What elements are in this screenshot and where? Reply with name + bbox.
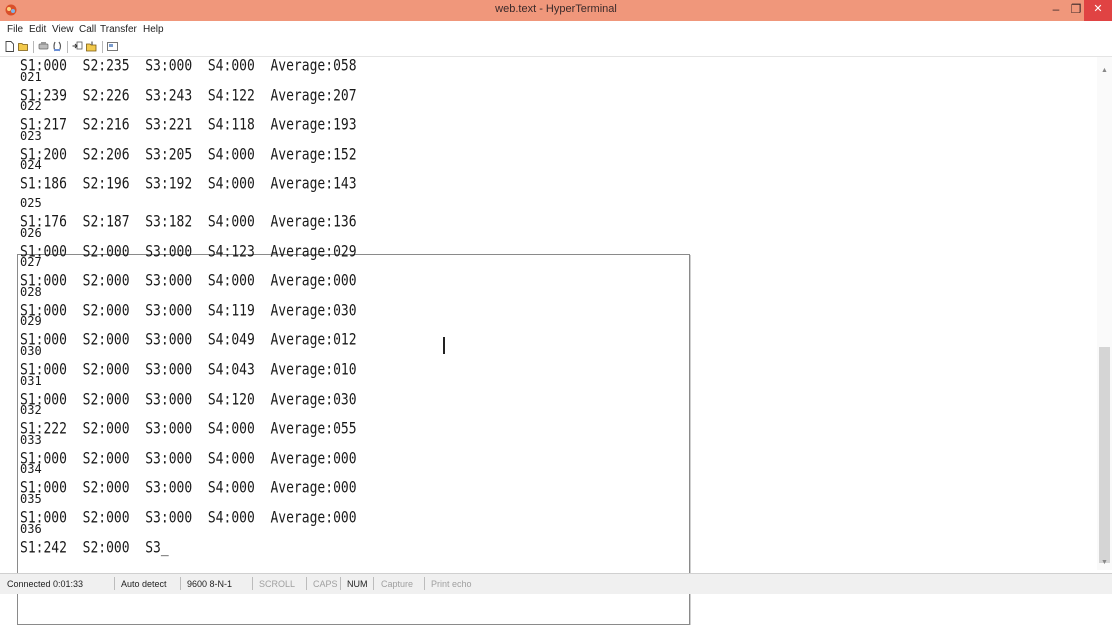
terminal-line-reading: S1:000 S2:000 S3:000 S4:119 Average:030 xyxy=(20,301,357,321)
menu-call[interactable]: Call xyxy=(79,24,96,35)
terminal-line-index: 026 xyxy=(20,225,42,240)
status-divider xyxy=(180,577,181,590)
status-caps: CAPS xyxy=(313,579,338,589)
scroll-down-arrow-icon[interactable]: ▼ xyxy=(1101,559,1108,566)
scroll-up-arrow-icon[interactable]: ▲ xyxy=(1101,67,1108,74)
terminal-line-reading: S1:000 S2:000 S3:000 S4:120 Average:030 xyxy=(20,390,357,410)
status-divider xyxy=(252,577,253,590)
terminal-line-reading: S1:000 S2:000 S3:000 S4:049 Average:012 xyxy=(20,331,357,350)
menu-file[interactable]: File xyxy=(7,24,23,35)
menu-help[interactable]: Help xyxy=(143,24,164,35)
maximize-button[interactable]: ❐ xyxy=(1066,0,1086,21)
terminal-line-reading: S1:000 S2:000 S3:000 S4:000 Average:000 xyxy=(20,479,357,498)
terminal-line-index: 036 xyxy=(20,521,42,536)
terminal-output[interactable]: S1:000 S2:235 S3:000 S4:000 Average:058 0… xyxy=(6,56,1104,625)
terminal-line-index: 033 xyxy=(20,432,42,447)
terminal-line-index: 029 xyxy=(20,314,42,329)
terminal-line-reading: S1:000 S2:000 S3:000 S4:000 Average:000 xyxy=(20,449,357,469)
menu-transfer[interactable]: Transfer xyxy=(100,24,137,35)
scroll-thumb[interactable] xyxy=(1099,347,1110,563)
terminal-line-index: 034 xyxy=(20,462,42,477)
status-emulation: Auto detect xyxy=(121,579,167,589)
terminal-line-reading: S1:239 S2:226 S3:243 S4:122 Average:207 xyxy=(20,86,357,106)
terminal-line-reading: S1:186 S2:196 S3:192 S4:000 Average:143 xyxy=(20,175,357,194)
status-scroll: SCROLL xyxy=(259,579,296,589)
terminal-line-index: 022 xyxy=(20,99,42,114)
title-bar: web.text - HyperTerminal – ❐ ✕ xyxy=(0,0,1112,21)
status-divider xyxy=(373,577,374,590)
status-divider xyxy=(340,577,341,590)
status-bar: Connected 0:01:33 Auto detect 9600 8-N-1… xyxy=(0,573,1112,594)
status-num: NUM xyxy=(347,579,368,589)
minimize-button[interactable]: – xyxy=(1046,0,1066,21)
terminal-line-reading: S1:200 S2:206 S3:205 S4:000 Average:152 xyxy=(20,145,357,165)
disconnect-icon[interactable] xyxy=(52,41,63,52)
status-divider xyxy=(114,577,115,590)
close-button[interactable]: ✕ xyxy=(1084,0,1112,21)
terminal-line-reading: S1:000 S2:000 S3:000 S4:043 Average:010 xyxy=(20,360,357,380)
toolbar-separator xyxy=(33,41,34,53)
menu-bar: File Edit View Call Transfer Help xyxy=(0,21,1112,38)
terminal-line-reading: S1:000 S2:000 S3:000 S4:000 Average:000 xyxy=(20,271,357,291)
terminal-line-index: 025 xyxy=(20,196,42,210)
toolbar-separator xyxy=(67,41,68,53)
menu-view[interactable]: View xyxy=(52,24,74,35)
receive-icon[interactable] xyxy=(86,41,97,52)
vertical-scrollbar[interactable]: ▲ ▼ xyxy=(1097,57,1112,570)
terminal-line-index: 028 xyxy=(20,284,42,299)
menu-edit[interactable]: Edit xyxy=(29,24,46,35)
terminal-line-reading: S1:000 S2:000 S3:000 S4:000 Average:000 xyxy=(20,508,357,528)
terminal-line-reading: S1:222 S2:000 S3:000 S4:000 Average:055 xyxy=(20,419,357,439)
terminal-line-index: 021 xyxy=(20,69,42,84)
text-cursor xyxy=(443,337,445,354)
open-icon[interactable] xyxy=(18,41,29,52)
status-divider xyxy=(306,577,307,590)
status-port-settings: 9600 8-N-1 xyxy=(187,579,233,589)
terminal-line-reading: S1:176 S2:187 S3:182 S4:000 Average:136 xyxy=(20,212,357,232)
terminal-line-reading: S1:217 S2:216 S3:221 S4:118 Average:193 xyxy=(20,115,357,135)
terminal-line-index: 030 xyxy=(20,344,42,358)
terminal-line-reading: S1:242 S2:000 S3_ xyxy=(20,538,169,558)
terminal-line-index: 023 xyxy=(20,128,42,143)
properties-icon[interactable] xyxy=(107,41,118,52)
send-icon[interactable] xyxy=(72,41,83,52)
status-print-echo: Print echo xyxy=(431,579,472,589)
terminal-line-index: 031 xyxy=(20,373,42,388)
terminal-line-index: 027 xyxy=(20,255,42,270)
toolbar-separator xyxy=(102,41,103,53)
status-connected: Connected 0:01:33 xyxy=(7,579,84,589)
terminal-line-reading: S1:000 S2:235 S3:000 S4:000 Average:058 xyxy=(20,56,357,76)
window-title: web.text - HyperTerminal xyxy=(495,3,617,15)
terminal-line-index: 035 xyxy=(20,492,42,506)
connect-icon[interactable] xyxy=(38,41,49,52)
terminal-line-reading: S1:000 S2:000 S3:000 S4:123 Average:029 xyxy=(20,242,357,262)
new-icon[interactable] xyxy=(4,41,15,52)
status-capture: Capture xyxy=(381,579,414,589)
terminal-line-index: 024 xyxy=(20,158,42,173)
toolbar xyxy=(0,38,1112,57)
terminal-line-index: 032 xyxy=(20,403,42,418)
status-divider xyxy=(424,577,425,590)
